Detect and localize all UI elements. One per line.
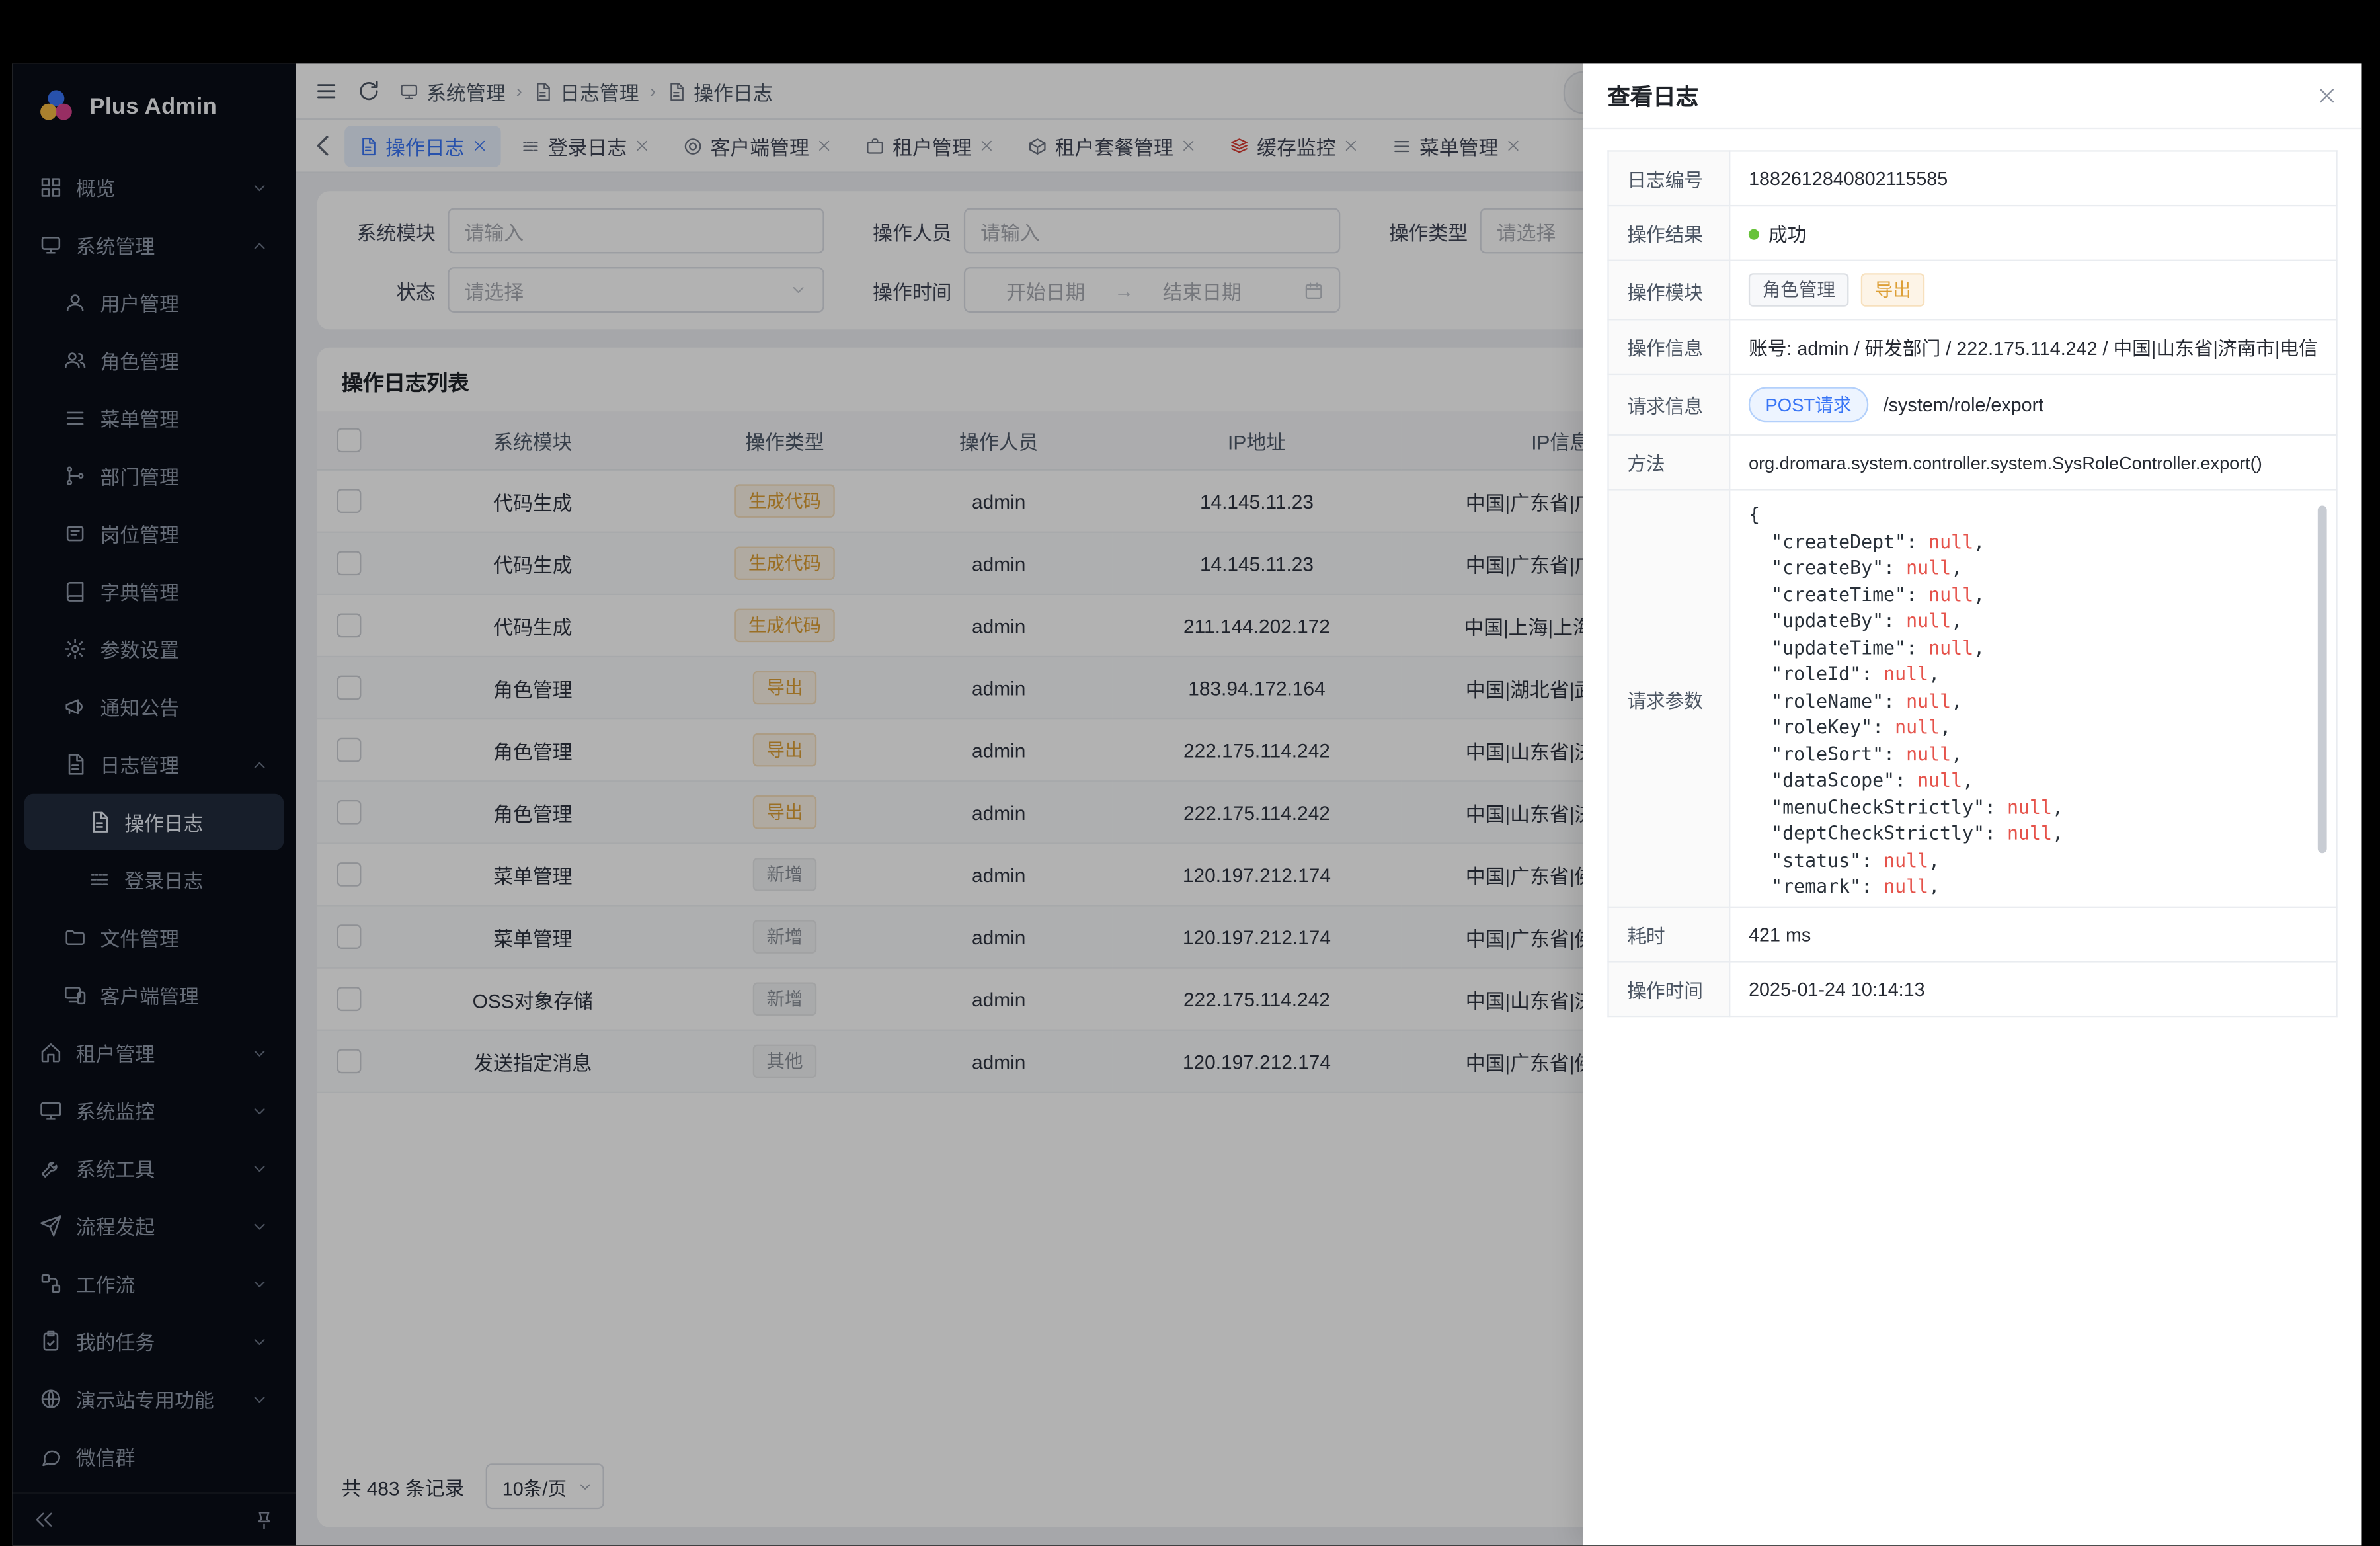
status-text: 成功 bbox=[1768, 225, 1806, 246]
drawer-title: 查看日志 bbox=[1607, 80, 1698, 112]
module-tag: 角色管理 bbox=[1749, 273, 1849, 307]
code-scrollbar-thumb[interactable] bbox=[2318, 506, 2327, 853]
drawer-field-result: 操作结果 成功 bbox=[1608, 206, 2337, 261]
drawer-field-method: 方法org.dromara.system.controller.system.S… bbox=[1608, 435, 2337, 490]
field-value: 1882612840802115585 bbox=[1729, 151, 2336, 206]
code-scrollbar[interactable] bbox=[2318, 506, 2327, 891]
status-dot bbox=[1749, 229, 1759, 240]
drawer-field-request: 请求信息POST请求/system/role/export bbox=[1608, 374, 2337, 435]
json-code: { "createDept": null, "createBy": null, … bbox=[1749, 503, 2318, 894]
field-value: POST请求/system/role/export bbox=[1729, 374, 2336, 435]
screen: Plus Admin 概览系统管理用户管理角色管理菜单管理部门管理岗位管理字典管… bbox=[0, 0, 2380, 1545]
field-value: 421 ms bbox=[1729, 907, 2336, 962]
request-url: /system/role/export bbox=[1884, 395, 2043, 416]
field-label: 耗时 bbox=[1608, 907, 1730, 962]
field-value: 成功 bbox=[1729, 206, 2336, 261]
drawer-body: 日志编号1882612840802115585操作结果成功操作模块角色管理导出操… bbox=[1583, 129, 2362, 1038]
drawer-header: 查看日志 bbox=[1583, 63, 2362, 129]
field-label: 方法 bbox=[1608, 435, 1730, 490]
module-tag: 导出 bbox=[1861, 273, 1924, 307]
field-label: 日志编号 bbox=[1608, 151, 1730, 206]
field-value: { "createDept": null, "createBy": null, … bbox=[1729, 489, 2336, 907]
drawer-field-info: 操作信息账号: admin / 研发部门 / 222.175.114.242 /… bbox=[1608, 319, 2337, 374]
drawer-field-duration: 耗时421 ms bbox=[1608, 907, 2337, 962]
field-value: 2025-01-24 10:14:13 bbox=[1729, 961, 2336, 1016]
drawer-field-module: 操作模块角色管理导出 bbox=[1608, 261, 2337, 320]
field-label: 操作结果 bbox=[1608, 206, 1730, 261]
app-window: Plus Admin 概览系统管理用户管理角色管理菜单管理部门管理岗位管理字典管… bbox=[12, 63, 2361, 1545]
request-params-code: { "createDept": null, "createBy": null, … bbox=[1749, 503, 2318, 894]
field-label: 操作模块 bbox=[1608, 261, 1730, 320]
drawer-field-time: 操作时间2025-01-24 10:14:13 bbox=[1608, 961, 2337, 1016]
log-detail-descriptions: 日志编号1882612840802115585操作结果成功操作模块角色管理导出操… bbox=[1607, 150, 2337, 1017]
field-value: 角色管理导出 bbox=[1729, 261, 2336, 320]
request-method-tag: POST请求 bbox=[1749, 387, 1868, 422]
close-icon[interactable] bbox=[2317, 85, 2338, 106]
view-log-drawer: 查看日志 日志编号1882612840802115585操作结果 成功操作模块角色… bbox=[1583, 63, 2362, 1545]
field-label: 操作信息 bbox=[1608, 319, 1730, 374]
drawer-field-log-id: 日志编号1882612840802115585 bbox=[1608, 151, 2337, 206]
field-value: org.dromara.system.controller.system.Sys… bbox=[1729, 435, 2336, 490]
field-label: 请求参数 bbox=[1608, 489, 1730, 907]
field-value: 账号: admin / 研发部门 / 222.175.114.242 / 中国|… bbox=[1729, 319, 2336, 374]
drawer-field-params: 请求参数{ "createDept": null, "createBy": nu… bbox=[1608, 489, 2337, 907]
field-label: 操作时间 bbox=[1608, 961, 1730, 1016]
field-label: 请求信息 bbox=[1608, 374, 1730, 435]
